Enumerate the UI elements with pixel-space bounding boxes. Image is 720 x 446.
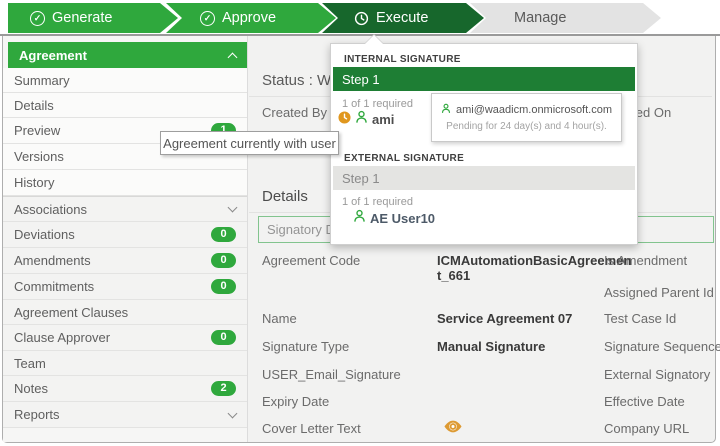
internal-signer-row[interactable]: ami: [338, 110, 394, 129]
sidebar-item-label: Notes: [14, 381, 48, 396]
details-heading: Details: [262, 188, 308, 205]
field-label-expiry-date: Expiry Date: [262, 394, 329, 409]
signer-email-tooltip: ami@waadicm.onmicrosoft.com Pending for …: [431, 93, 622, 142]
sidebar-item-label: Associations: [14, 202, 87, 217]
sidebar: Agreement Summary Details Preview 1 Vers…: [3, 36, 248, 442]
person-icon: [353, 209, 366, 228]
external-required-text: 1 of 1 required: [342, 196, 413, 208]
field-label-external-signatory: External Signatory: [604, 367, 710, 382]
sidebar-item-label: Summary: [14, 73, 70, 88]
chevron-down-icon: [228, 203, 238, 213]
workflow-step-label: Manage: [514, 10, 566, 26]
sidebar-item-team[interactable]: Team: [3, 351, 247, 376]
workflow-step-label: Generate: [52, 10, 112, 26]
sidebar-item-associations[interactable]: Associations: [3, 196, 247, 222]
count-badge: 0: [211, 279, 236, 294]
field-label-test-case-id: Test Case Id: [604, 311, 676, 326]
person-icon: [355, 110, 368, 129]
sidebar-item-label: Amendments: [14, 253, 91, 268]
sidebar-item-deviations[interactable]: Deviations 0: [3, 222, 247, 248]
workflow-step-execute[interactable]: Execute: [322, 3, 484, 33]
agreement-status: Status : W: [262, 72, 331, 89]
field-label-signature-type: Signature Type: [262, 339, 349, 354]
external-step-bar: Step 1: [333, 166, 635, 190]
sidebar-item-history[interactable]: History: [3, 170, 247, 196]
count-badge: 0: [211, 253, 236, 268]
sidebar-item-agreement-clauses[interactable]: Agreement Clauses: [3, 300, 247, 325]
internal-step-bar: Step 1: [333, 67, 635, 91]
sidebar-item-label: Team: [14, 356, 46, 371]
field-label-is-amendment: Is Amendment: [604, 253, 687, 268]
created-by-label: Created By: [262, 105, 327, 120]
external-signer-row[interactable]: AE User10: [353, 209, 435, 228]
internal-signer-name: ami: [372, 112, 394, 127]
check-circle-icon: ✓: [200, 11, 215, 26]
step-label: Step 1: [342, 171, 380, 186]
sidebar-item-label: History: [14, 175, 54, 190]
field-label-assigned-parent-id: Assigned Parent Id: [604, 285, 714, 300]
sidebar-item-commitments[interactable]: Commitments 0: [3, 274, 247, 300]
field-label-company-url: Company URL: [604, 421, 689, 436]
chevron-up-icon: [228, 52, 238, 62]
internal-required-text: 1 of 1 required: [342, 98, 413, 110]
workflow-step-approve[interactable]: ✓ Approve: [166, 3, 336, 33]
sidebar-item-label: Reports: [14, 407, 60, 422]
sidebar-item-label: Deviations: [14, 227, 75, 242]
sidebar-item-notes[interactable]: Notes 2: [3, 376, 247, 402]
external-signer-name: AE User10: [370, 211, 435, 226]
internal-signature-header: INTERNAL SIGNATURE: [344, 54, 461, 65]
chevron-down-icon: [228, 408, 238, 418]
sidebar-item-label: Versions: [14, 149, 64, 164]
field-label-signature-sequence: Signature Sequence: [604, 339, 720, 354]
workflow-step-label: Approve: [222, 10, 276, 26]
sidebar-item-details[interactable]: Details: [3, 93, 247, 118]
field-label-user-email-signature: USER_Email_Signature: [262, 367, 401, 382]
sidebar-group-agreement[interactable]: Agreement: [8, 42, 247, 68]
clock-icon: [354, 11, 369, 26]
sidebar-item-summary[interactable]: Summary: [3, 68, 247, 93]
popup-notch: [365, 35, 383, 44]
signer-email: ami@waadicm.onmicrosoft.com: [456, 104, 612, 116]
workflow-step-manage[interactable]: Manage: [470, 3, 661, 33]
sidebar-item-label: Clause Approver: [14, 330, 110, 345]
count-badge: 0: [211, 227, 236, 242]
person-icon: [441, 103, 451, 117]
agreement-status-tooltip: Agreement currently with user: [160, 131, 339, 155]
sidebar-item-reports[interactable]: Reports: [3, 402, 247, 428]
workflow-step-label: Execute: [376, 10, 428, 26]
icm-agreement-screen: ✓ Generate ✓ Approve Execute Manage Agre…: [0, 0, 720, 446]
pending-clock-icon: [338, 111, 351, 129]
workflow-step-generate[interactable]: ✓ Generate: [8, 3, 178, 33]
count-badge: 2: [211, 381, 236, 396]
external-signature-header: EXTERNAL SIGNATURE: [344, 153, 464, 164]
field-label-cover-letter-text: Cover Letter Text: [262, 421, 361, 436]
signature-steps-popup: INTERNAL SIGNATURE Step 1 1 of 1 require…: [330, 43, 638, 245]
sidebar-item-label: Commitments: [14, 279, 94, 294]
field-value-name: Service Agreement 07: [437, 311, 572, 326]
sidebar-item-label: Details: [14, 98, 54, 113]
sidebar-item-label: Preview: [14, 123, 60, 138]
field-label-name: Name: [262, 311, 297, 326]
field-label-effective-date: Effective Date: [604, 394, 685, 409]
sidebar-group-label: Agreement: [19, 48, 87, 63]
step-label: Step 1: [342, 72, 380, 87]
field-label-agreement-code: Agreement Code: [262, 253, 360, 268]
field-value-signature-type: Manual Signature: [437, 339, 545, 354]
check-circle-icon: ✓: [30, 11, 45, 26]
sidebar-item-amendments[interactable]: Amendments 0: [3, 248, 247, 274]
tooltip-text: Agreement currently with user: [163, 136, 336, 151]
sidebar-item-label: Agreement Clauses: [14, 305, 128, 320]
count-badge: 0: [211, 330, 236, 345]
eye-icon[interactable]: [443, 419, 463, 439]
sidebar-item-clause-approver[interactable]: Clause Approver 0: [3, 325, 247, 351]
pending-duration-text: Pending for 24 day(s) and 4 hour(s).: [446, 121, 607, 132]
